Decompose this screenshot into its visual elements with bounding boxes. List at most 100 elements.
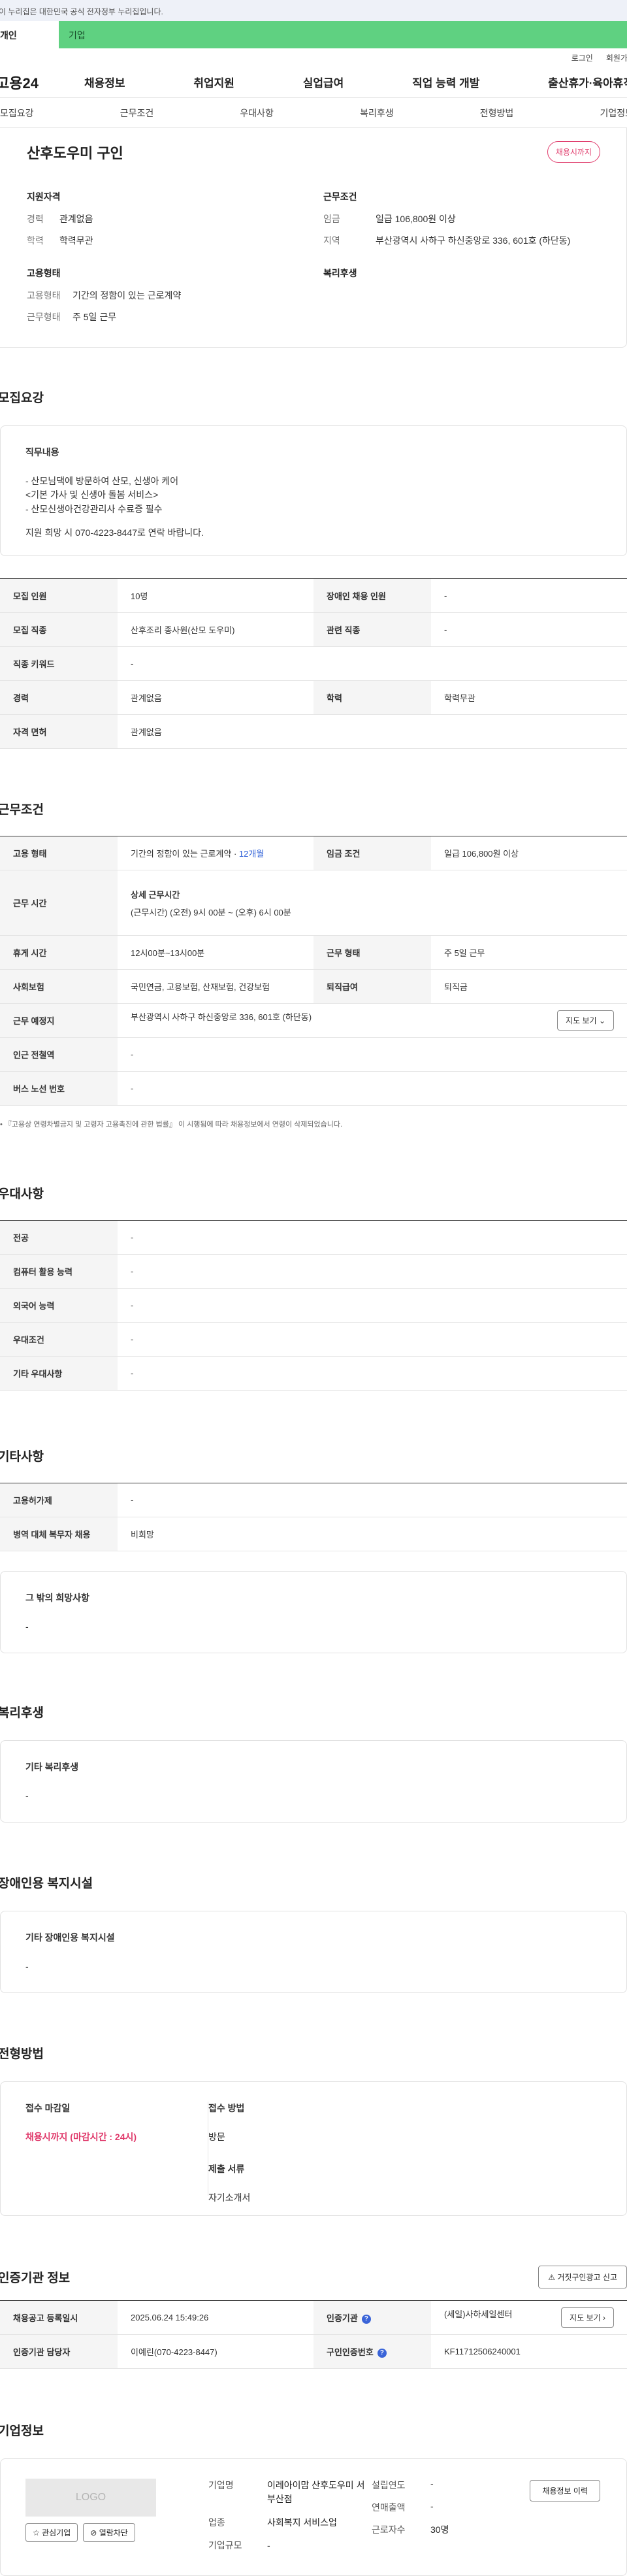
disabled-title: 장애인용 복지시설	[0, 1877, 93, 1891]
qual-career-value: 관계없음	[59, 214, 93, 224]
qual-edu-label: 학력	[27, 235, 44, 246]
anchor-welfare[interactable]: 복리후생	[360, 107, 394, 120]
gnb-item-unemployment[interactable]: 실업급여	[303, 74, 344, 90]
etc-section: 기타사항 고용허가제 - 병역 대체 복무자 채용 비희망 그 밖의 희망사항 -	[0, 1447, 627, 1653]
report-fake-ad-button[interactable]: ⚠ 거짓구인광고 신고	[538, 2266, 627, 2288]
duty-card: 직무내용 - 산모님댁에 방문하여 산모, 신생아 케어 <기본 가사 및 신생…	[0, 425, 627, 556]
cond-wage-value: 일급 106,800원 이상	[376, 214, 456, 224]
disabled-value: -	[25, 1960, 29, 1972]
station-value: -	[118, 1037, 627, 1072]
org-map-button[interactable]: 지도 보기 ›	[561, 2307, 614, 2328]
table-row: 우대조건 -	[0, 1322, 627, 1357]
hiring-history-button[interactable]: 채용정보 이력	[530, 2480, 600, 2502]
duty-title: 직무내용	[25, 447, 59, 457]
license-label: 자격 면허	[0, 714, 118, 749]
qual-title: 지원자격	[27, 191, 61, 202]
company-logo: LOGO	[25, 2479, 156, 2517]
wage-value: 일급 106,800원 이상	[431, 836, 627, 870]
fav-company-button[interactable]: ☆ 관심기업	[25, 2523, 78, 2542]
rest-label: 휴게 시간	[0, 935, 118, 970]
severance-value: 퇴직금	[431, 969, 627, 1004]
table-row: 자격 면허 관계없음	[0, 714, 627, 749]
employees-value: 30명	[430, 2524, 449, 2535]
work-title: 근무조건	[0, 803, 44, 817]
place-map-button[interactable]: 지도 보기 ⌄	[557, 1010, 614, 1031]
block-view-button[interactable]: ⊘ 열람차단	[83, 2523, 135, 2542]
table-row: 채용공고 등록일시 2025.06.24 15:49:26 인증기관? (세일)…	[0, 2300, 627, 2335]
welfare-value: -	[25, 1790, 29, 1801]
table-row: 고용허가제 -	[0, 1483, 627, 1517]
pref-table: 전공 - 컴퓨터 활용 능력 - 외국어 능력 - 우대조건 - 기타 우대사항 -	[0, 1220, 627, 1391]
other-wish-card: 그 밖의 희망사항 -	[0, 1571, 627, 1653]
company-name-value: 이레아이맘 산후도우미 서부산점	[267, 2480, 365, 2504]
headcount-label: 모집 인원	[0, 578, 118, 613]
welfare-title: 복리후생	[0, 1706, 44, 1720]
disabled-section: 장애인용 복지시설 기타 장애인용 복지시설 -	[0, 1874, 627, 1993]
anchor-nav: 모집요강 근무조건 우대사항 복리후생 전형방법 기업정보	[0, 98, 627, 128]
cert-org-value: (세일)사하세일센터 지도 보기 ›	[431, 2300, 627, 2335]
wage-label: 임금 조건	[314, 836, 431, 870]
block-icon: ⊘	[90, 2528, 97, 2537]
company-title: 기업정보	[0, 2424, 44, 2438]
duty-line-2: <기본 가사 및 신생아 돌봄 서비스>	[25, 489, 159, 501]
company-name-label: 기업명	[208, 2480, 234, 2490]
duty-line-3: - 산모신생아건강관리사 수료증 필수	[25, 504, 163, 515]
emp-type-label: 고용 형태	[0, 836, 118, 870]
anchor-recruit[interactable]: 모집요강	[0, 107, 34, 120]
language-label: 외국어 능력	[0, 1288, 118, 1323]
table-row: 전공 -	[0, 1220, 627, 1255]
employees-label: 근로자수	[372, 2524, 406, 2535]
join-link[interactable]: 회원가입	[606, 52, 627, 63]
size-value: -	[267, 2540, 270, 2551]
hours-value: 상세 근무시간 (근무시간) (오전) 9시 00분 ~ (오후) 6시 00분	[118, 870, 627, 936]
tab-corp[interactable]: 기업	[59, 21, 627, 48]
computer-label: 컴퓨터 활용 능력	[0, 1254, 118, 1289]
keyword-value: -	[118, 646, 627, 681]
cond-region-value: 부산광역시 사하구 하신중앙로 336, 601호 (하단동)	[376, 235, 571, 246]
size-label: 기업규모	[208, 2540, 242, 2551]
cond-region-label: 지역	[323, 235, 340, 246]
gnb-item-leave[interactable]: 출산휴가·육아휴직	[548, 74, 627, 90]
sales-value: -	[430, 2501, 434, 2511]
work-section: 근무조건 고용 형태 기간의 정함이 있는 근로계약 · 12개월 임금 조건 …	[0, 800, 627, 1129]
welfare-summary-title: 복리후생	[323, 268, 357, 278]
screening-section: 전형방법 접수 마감일 채용시까지 (마감시간 : 24시) 접수 방법 방문 …	[0, 2044, 627, 2216]
login-link[interactable]: 로그인	[571, 52, 593, 63]
site-tabs: 개인 기업	[0, 21, 627, 48]
screening-title: 전형방법	[0, 2047, 44, 2061]
gnb-item-support[interactable]: 취업지원	[193, 74, 234, 90]
table-row: 기타 우대사항 -	[0, 1356, 627, 1391]
military-value: 비희망	[118, 1517, 627, 1551]
job-title: 산후도우미 구인	[27, 144, 123, 161]
anchor-work[interactable]: 근무조건	[120, 107, 154, 120]
gnb-item-jobs[interactable]: 채용정보	[84, 74, 125, 90]
place-value: 부산광역시 사하구 하신중앙로 336, 601호 (하단동) 지도 보기 ⌄	[118, 1003, 627, 1038]
headcount-value: 10명	[118, 578, 314, 613]
tab-person[interactable]: 개인	[0, 21, 59, 48]
anchor-company[interactable]: 기업정보	[600, 107, 627, 120]
pref-etc-label: 기타 우대사항	[0, 1356, 118, 1391]
qual-career-label: 경력	[27, 214, 44, 224]
anchor-pref[interactable]: 우대사항	[240, 107, 274, 120]
rest-value: 12시00분~13시00분	[118, 935, 314, 970]
qual-edu-value: 학력무관	[59, 235, 93, 246]
military-label: 병역 대체 복무자 채용	[0, 1517, 118, 1551]
pref-etc-value: -	[118, 1356, 627, 1391]
table-row: 모집 직종 산후조리 종사원(산모 도우미) 관련 직종 -	[0, 612, 627, 647]
info-icon[interactable]: ?	[361, 2314, 371, 2324]
gnb-item-training[interactable]: 직업 능력 개발	[412, 74, 479, 90]
table-row: 근무 예정지 부산광역시 사하구 하신중앙로 336, 601호 (하단동) 지…	[0, 1003, 627, 1038]
site-logo[interactable]: 고용24	[0, 72, 84, 93]
info-icon[interactable]: ?	[377, 2348, 387, 2358]
summary-card: 산후도우미 구인 채용시까지 지원자격 경력 관계없음 학력 학력무관 고용형태 고…	[0, 128, 627, 348]
pref-cond-label: 우대조건	[0, 1322, 118, 1357]
anchor-screening[interactable]: 전형방법	[480, 107, 514, 120]
founded-label: 설립연도	[372, 2480, 406, 2490]
emp-type-value: 기간의 정함이 있는 근로계약 · 12개월	[118, 836, 314, 870]
recruit-section: 모집요강 직무내용 - 산모님댁에 방문하여 산모, 신생아 케어 <기본 가사…	[0, 388, 627, 749]
hours-label: 근무 시간	[0, 870, 118, 936]
method-value: 방문	[208, 2131, 225, 2142]
hours-detail-title: 상세 근무시간	[131, 889, 180, 900]
cert-org-label: 인증기관?	[314, 2300, 431, 2335]
gnb-menu: 채용정보 취업지원 실업급여 직업 능력 개발 출산휴가·육아휴직	[84, 74, 627, 90]
